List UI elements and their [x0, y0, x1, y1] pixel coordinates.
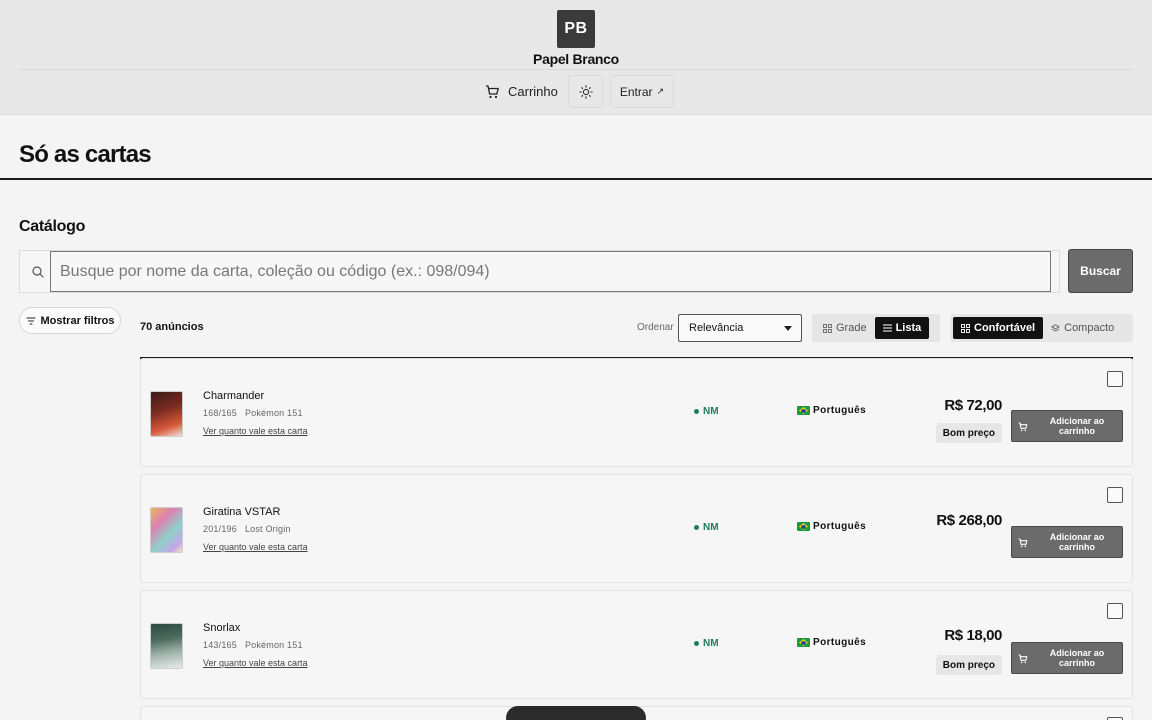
condition-dot-icon — [694, 525, 699, 530]
card-thumbnail[interactable] — [150, 507, 183, 553]
select-checkbox[interactable] — [1107, 487, 1123, 503]
view-list-button[interactable]: Lista — [874, 317, 930, 339]
language-label: Português — [813, 405, 867, 416]
order-value: Relevância — [689, 322, 744, 334]
condition-badge: NM — [694, 406, 719, 417]
show-filters-label: Mostrar filtros — [40, 314, 115, 327]
store-name: Papel Branco — [533, 51, 619, 67]
price: R$ 72,00 — [944, 397, 1002, 414]
language-badge: Português — [797, 405, 866, 416]
card-name[interactable]: Charmander — [203, 390, 264, 402]
catalog-heading: Catálogo — [19, 218, 86, 235]
cart-icon — [1018, 654, 1028, 664]
card-name[interactable]: Snorlax — [203, 622, 240, 634]
card-number: 168/165 — [203, 408, 237, 418]
density-comfortable-label: Confortável — [974, 322, 1036, 334]
card-thumbnail[interactable] — [150, 391, 183, 437]
select-checkbox[interactable] — [1107, 371, 1123, 387]
cart-icon — [1018, 422, 1028, 432]
price: R$ 18,00 — [944, 627, 1002, 644]
listing-row: Snorlax 143/165 Pokémon 151 Ver quanto va… — [140, 590, 1133, 699]
card-number: 201/196 — [203, 524, 237, 534]
theme-toggle-button[interactable] — [568, 75, 603, 108]
condition-dot-icon — [694, 409, 699, 414]
add-to-cart-label: Adicionar ao carrinho — [1049, 648, 1105, 668]
logo-text: PB — [564, 20, 588, 37]
card-set: Pokémon 151 — [244, 640, 303, 650]
cart-icon — [1018, 538, 1028, 548]
condition-dot-icon — [694, 641, 699, 646]
grid-icon — [823, 323, 832, 333]
card-value-link[interactable]: Ver quanto vale esta carta — [203, 542, 308, 552]
select-checkbox[interactable] — [1107, 603, 1123, 619]
layers-icon — [1051, 323, 1060, 331]
add-to-cart-label: Adicionar ao carrinho — [1049, 416, 1105, 436]
view-grid-label: Grade — [836, 322, 867, 334]
card-number: 143/165 — [203, 640, 237, 650]
language-label: Português — [813, 637, 867, 648]
login-label: Entrar — [619, 84, 653, 99]
search-bar — [19, 250, 1060, 293]
search-icon — [32, 266, 44, 278]
floating-toolbar[interactable] — [506, 706, 646, 720]
filter-icon — [25, 316, 36, 325]
language-badge: Português — [797, 637, 866, 648]
add-to-cart-button[interactable]: Adicionar ao carrinho — [1011, 642, 1123, 674]
login-button[interactable]: Entrar ↗ — [610, 75, 674, 108]
grid-icon — [961, 323, 970, 333]
title-divider — [0, 178, 1152, 180]
order-select[interactable]: Relevância — [678, 314, 802, 342]
add-to-cart-label: Adicionar ao carrinho — [1049, 532, 1105, 552]
brazil-flag-icon — [797, 638, 810, 647]
show-filters-button[interactable]: Mostrar filtros — [19, 307, 121, 334]
cart-button[interactable]: Carrinho — [481, 75, 562, 108]
add-to-cart-button[interactable]: Adicionar ao carrinho — [1011, 410, 1123, 442]
condition-label: NM — [703, 522, 719, 533]
good-price-badge: Bom preço — [935, 423, 1002, 443]
external-arrow-icon: ↗ — [656, 86, 665, 96]
cart-label: Carrinho — [508, 84, 558, 99]
view-grid-button[interactable]: Grade — [815, 317, 875, 339]
brazil-flag-icon — [797, 406, 810, 415]
list-icon — [882, 324, 892, 332]
card-value-link[interactable]: Ver quanto vale esta carta — [203, 658, 308, 668]
condition-label: NM — [703, 406, 719, 417]
card-value-link[interactable]: Ver quanto vale esta carta — [203, 426, 308, 436]
price: R$ 268,00 — [936, 512, 1002, 529]
sun-icon — [578, 84, 593, 99]
card-meta: 143/165 Pokémon 151 — [203, 640, 303, 650]
order-label: Ordenar — [637, 322, 674, 333]
brazil-flag-icon — [797, 522, 810, 531]
density-compact-label: Compacto — [1064, 322, 1115, 334]
card-meta: 201/196 Lost Origin — [203, 524, 291, 534]
card-set: Pokémon 151 — [244, 408, 303, 418]
listing-count: 70 anúncios — [140, 321, 204, 333]
caret-down-icon — [784, 326, 792, 331]
listing-row: Giratina VSTAR 201/196 Lost Origin Ver qu… — [140, 474, 1133, 583]
density-comfortable-button[interactable]: Confortável — [953, 317, 1044, 339]
condition-badge: NM — [694, 522, 719, 533]
search-button[interactable]: Buscar — [1068, 249, 1133, 293]
page-title: Só as cartas — [19, 141, 152, 168]
listing-row: Charmander 168/165 Pokémon 151 Ver quanto… — [140, 358, 1133, 467]
header-divider — [19, 69, 1133, 70]
condition-label: NM — [703, 638, 719, 649]
view-list-label: Lista — [895, 322, 922, 334]
search-input[interactable] — [50, 251, 1051, 292]
cart-icon — [486, 84, 499, 98]
card-set: Lost Origin — [244, 524, 291, 534]
add-to-cart-button[interactable]: Adicionar ao carrinho — [1011, 526, 1123, 558]
card-meta: 168/165 Pokémon 151 — [203, 408, 303, 418]
card-thumbnail[interactable] — [150, 623, 183, 669]
top-header: PB Papel Branco Carrinho Entrar ↗ — [0, 0, 1152, 115]
density-compact-button[interactable]: Compacto — [1043, 317, 1122, 339]
good-price-badge: Bom preço — [935, 655, 1002, 675]
condition-badge: NM — [694, 638, 719, 649]
store-logo[interactable]: PB — [557, 10, 595, 48]
density-toggle: Confortável Compacto — [950, 314, 1133, 342]
card-name[interactable]: Giratina VSTAR — [203, 506, 280, 518]
language-label: Português — [813, 521, 867, 532]
view-mode-toggle: Grade Lista — [812, 314, 940, 342]
language-badge: Português — [797, 521, 866, 532]
